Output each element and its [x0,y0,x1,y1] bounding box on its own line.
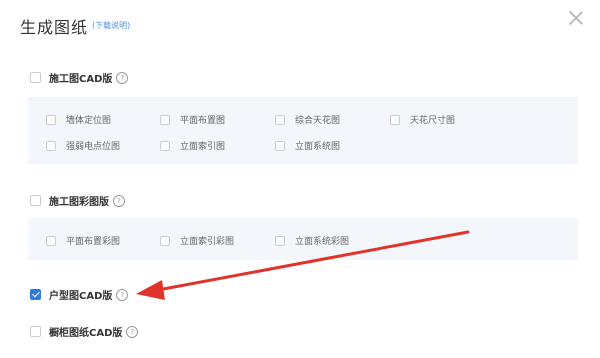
option-item[interactable]: 平面布置图 [160,113,225,126]
option-item[interactable]: 天花尺寸图 [390,113,455,126]
option-checkbox[interactable] [275,140,285,151]
option-item[interactable]: 立面索引图 [160,139,225,152]
option-label: 立面系统彩图 [295,237,350,247]
section-checkbox[interactable] [30,72,41,83]
option-item[interactable]: 墙体定位图 [46,113,111,126]
section-label: 橱柜图纸CAD版 [49,328,123,339]
section-checkbox[interactable] [30,326,41,337]
section-label: 户型图CAD版 [49,291,113,302]
option-checkbox[interactable] [46,235,56,246]
option-label: 综合天花图 [295,116,341,126]
download-instructions-link[interactable]: (下载说明) [92,20,130,31]
section-floorplan-cad[interactable]: 户型图CAD版 ? [30,287,129,302]
option-checkbox[interactable] [160,140,170,151]
help-icon[interactable]: ? [116,288,129,301]
section-cabinet-cad[interactable]: 橱柜图纸CAD版 ? [30,324,139,339]
help-icon[interactable]: ? [113,194,125,207]
option-item[interactable]: 综合天花图 [275,113,340,126]
section-checkbox[interactable] [30,195,41,206]
section-label: 施工图彩图版 [49,197,109,208]
option-checkbox[interactable] [46,114,56,125]
option-label: 平面布置彩图 [66,237,121,247]
option-label: 墙体定位图 [66,116,112,126]
help-icon[interactable]: ? [116,71,129,84]
option-checkbox[interactable] [160,235,170,246]
option-label: 立面索引图 [180,142,226,152]
section-construction-color[interactable]: 施工图彩图版 ? [30,193,125,208]
annotation-arrow [136,230,470,300]
section-construction-cad[interactable]: 施工图CAD版 ? [30,70,129,85]
option-item[interactable]: 立面系统彩图 [275,234,349,247]
options-panel-construction-cad: 墙体定位图 平面布置图 综合天花图 天花尺寸图 强弱电点位图 立面索引图 立面系… [28,97,578,164]
generate-drawings-dialog: 生成图纸 (下载说明) 施工图CAD版 ? 墙体定位图 平面布置图 综合天花图 … [0,0,600,358]
options-panel-construction-color: 平面布置彩图 立面索引彩图 立面系统彩图 [28,218,578,260]
section-label: 施工图CAD版 [49,74,113,85]
option-label: 立面系统图 [295,142,341,152]
close-icon[interactable] [566,8,586,28]
option-item[interactable]: 平面布置彩图 [46,234,120,247]
option-label: 天花尺寸图 [410,116,456,126]
option-checkbox[interactable] [390,114,400,125]
option-item[interactable]: 强弱电点位图 [46,139,120,152]
option-checkbox[interactable] [275,114,285,125]
option-label: 立面索引彩图 [180,237,235,247]
section-checkbox-checked[interactable] [30,289,41,300]
option-item[interactable]: 立面索引彩图 [160,234,234,247]
option-item[interactable]: 立面系统图 [275,139,340,152]
help-icon[interactable]: ? [126,325,139,338]
option-checkbox[interactable] [160,114,170,125]
option-label: 强弱电点位图 [66,142,121,152]
option-checkbox[interactable] [46,140,56,151]
option-label: 平面布置图 [180,116,226,126]
option-checkbox[interactable] [275,235,285,246]
dialog-title: 生成图纸 [20,18,89,37]
